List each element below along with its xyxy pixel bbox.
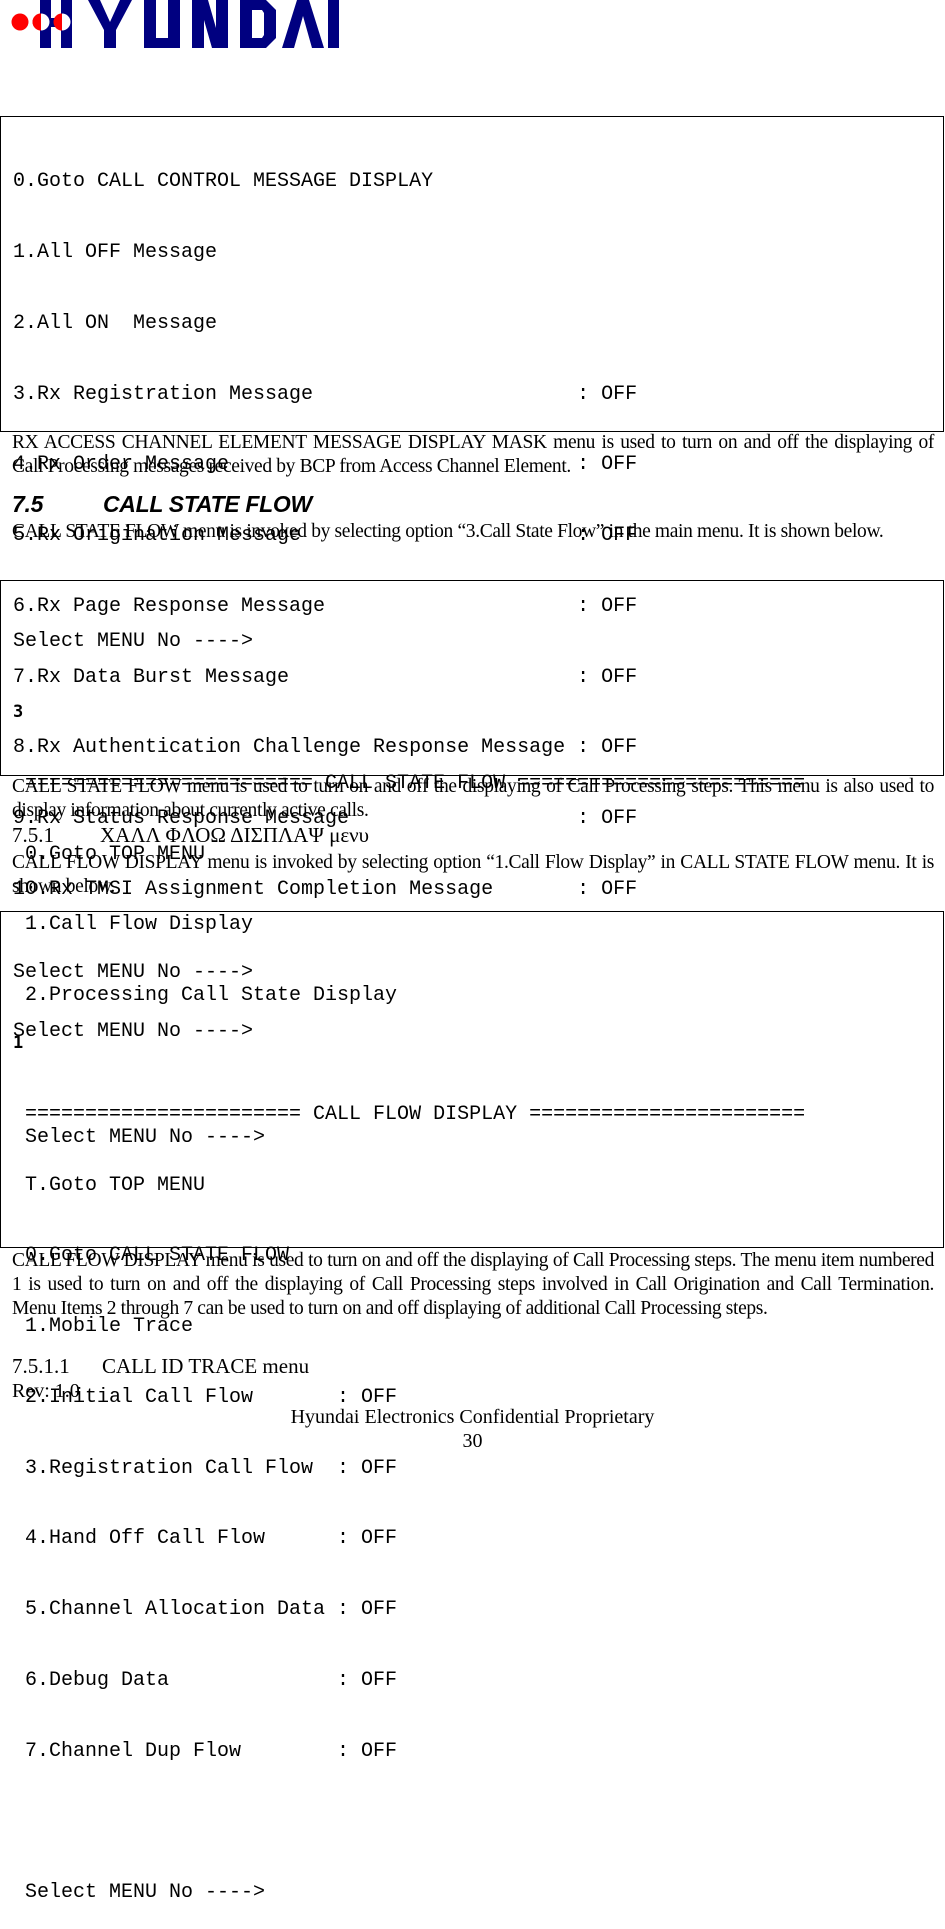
- menu-line-hand-off-call-flow: 4.Hand Off Call Flow : OFF: [25, 1527, 398, 1551]
- section-title: ΧΑΛΛ ΦΛΟΩ ΔΙΣΠΛΑΨ μενυ: [100, 823, 370, 847]
- section-heading-7-5-1: 7.5.1 ΧΑΛΛ ΦΛΟΩ ΔΙΣΠΛΑΨ μενυ: [12, 823, 369, 848]
- section-number: 7.5: [12, 491, 44, 517]
- menu-line-channel-dup-flow: 7.Channel Dup Flow : OFF: [25, 1739, 398, 1763]
- hyundai-logo: [10, 0, 340, 50]
- call-state-flow-menu-box: Select MENU No ----> 3 =================…: [0, 580, 944, 1149]
- rx-access-channel-menu-box: 0.Goto CALL CONTROL MESSAGE DISPLAY 1.Al…: [0, 116, 944, 1043]
- paragraph-call-flow-display-usage: CALL FLOW DISPLAY menu is used to turn o…: [12, 1250, 934, 1319]
- menu-line-debug-data: 6.Debug Data : OFF: [25, 1669, 398, 1692]
- section-title: CALL ID TRACE menu: [102, 1354, 310, 1378]
- menu-input-value: 1: [13, 1032, 24, 1053]
- paragraph-call-state-flow-usage: CALL STATE FLOW menu is used to turn on …: [12, 776, 934, 821]
- section-heading-7-5-1-1: 7.5.1.1 CALL ID TRACE menu: [12, 1354, 309, 1379]
- paragraph-call-state-flow-invoke: CALL STATE FLOW menu is invoked by selec…: [12, 521, 884, 542]
- menu-line-goto-top: T.Goto TOP MENU: [25, 1173, 206, 1197]
- menu-line-goto-call-control: 0.Goto CALL CONTROL MESSAGE DISPLAY: [13, 170, 434, 194]
- logo-dot-1: [11, 13, 29, 31]
- menu-input-value: 3: [13, 701, 24, 722]
- menu-line-registration-call-flow: 3.Registration Call Flow : OFF: [25, 1456, 398, 1480]
- page-number: 30: [462, 1430, 483, 1452]
- menu-line-channel-allocation-data: 5.Channel Allocation Data : OFF: [25, 1598, 398, 1622]
- menu-line-all-off: 1.All OFF Message: [13, 240, 218, 264]
- section-number: 7.5.1: [12, 823, 54, 847]
- menu-line-all-on: 2.All ON Message: [13, 311, 218, 335]
- confidential-notice: Hyundai Electronics Confidential Proprie…: [290, 1406, 655, 1428]
- section-number: 7.5.1.1: [12, 1354, 70, 1378]
- paragraph-rx-access-description: RX ACCESS CHANNEL ELEMENT MESSAGE DISPLA…: [12, 432, 934, 477]
- hyundai-logo-graphic: [11, 0, 339, 48]
- call-flow-display-menu-box: Select MENU No ----> 1 =================…: [0, 911, 944, 1904]
- menu-prompt: Select MENU No ---->: [25, 1881, 266, 1905]
- section-heading-7-5: 7.5 CALL STATE FLOW: [12, 491, 312, 518]
- menu-prompt-previous: Select MENU No ---->: [13, 961, 254, 985]
- menu-line-rx-registration: 3.Rx Registration Message : OFF: [13, 382, 638, 406]
- menu-title-bar: ======================= CALL FLOW DISPLA…: [25, 1102, 806, 1126]
- section-title: CALL STATE FLOW: [103, 491, 312, 517]
- menu-prompt-previous: Select MENU No ---->: [13, 630, 254, 654]
- paragraph-call-flow-display-invoke: CALL FLOW DISPLAY menu is invoked by sel…: [12, 852, 934, 897]
- revision-label: Rev: 1.0: [12, 1380, 80, 1402]
